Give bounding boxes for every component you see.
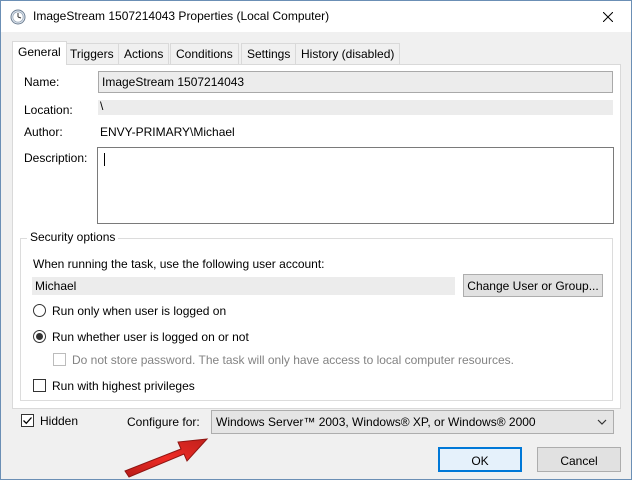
description-label: Description: (24, 151, 88, 165)
run-whether-label[interactable]: Run whether user is logged on or not (52, 330, 249, 344)
run-whether-radio[interactable] (33, 330, 46, 343)
hidden-label[interactable]: Hidden (40, 414, 78, 428)
highest-privileges-label[interactable]: Run with highest privileges (52, 379, 195, 393)
description-field[interactable] (97, 147, 614, 224)
tab-general[interactable]: General (12, 41, 67, 65)
user-account-value: Michael (32, 277, 455, 295)
red-arrow-annotation (124, 438, 209, 478)
configure-for-value: Windows Server™ 2003, Windows® XP, or Wi… (216, 415, 536, 429)
chevron-down-icon (597, 419, 607, 425)
run-logged-on-radio[interactable] (33, 304, 46, 317)
hidden-checkbox[interactable] (21, 414, 34, 427)
tab-conditions[interactable]: Conditions (170, 43, 239, 64)
no-store-password-label: Do not store password. The task will onl… (72, 353, 514, 367)
change-user-button[interactable]: Change User or Group... (463, 274, 603, 297)
name-label: Name: (24, 75, 60, 89)
ok-button[interactable]: OK (438, 447, 522, 472)
tab-settings[interactable]: Settings (241, 43, 297, 64)
author-value: ENVY-PRIMARY\Michael (100, 125, 235, 139)
close-icon (603, 11, 613, 22)
tab-actions[interactable]: Actions (118, 43, 170, 64)
no-store-password-checkbox[interactable] (53, 353, 66, 366)
properties-dialog: ImageStream 1507214043 Properties (Local… (0, 0, 632, 480)
account-prompt: When running the task, use the following… (33, 257, 325, 271)
text-caret (104, 153, 105, 166)
configure-for-select[interactable]: Windows Server™ 2003, Windows® XP, or Wi… (211, 410, 614, 434)
run-logged-on-label[interactable]: Run only when user is logged on (52, 304, 226, 318)
tab-history[interactable]: History (disabled) (295, 43, 401, 64)
general-panel: Name: ImageStream 1507214043 Location: \… (12, 64, 621, 409)
security-options-title: Security options (27, 230, 119, 244)
location-label: Location: (24, 103, 73, 117)
author-label: Author: (24, 125, 63, 139)
name-field[interactable]: ImageStream 1507214043 (98, 71, 613, 93)
security-options-group: Security options When running the task, … (20, 230, 613, 401)
task-clock-icon (10, 9, 26, 25)
tab-triggers[interactable]: Triggers (64, 43, 120, 64)
close-button[interactable] (585, 1, 631, 32)
title-bar: ImageStream 1507214043 Properties (Local… (1, 1, 631, 32)
location-value: \ (98, 100, 613, 115)
window-title: ImageStream 1507214043 Properties (Local… (33, 9, 330, 23)
checkmark-icon (23, 417, 32, 425)
cancel-button[interactable]: Cancel (537, 447, 621, 472)
highest-privileges-checkbox[interactable] (33, 379, 46, 392)
configure-for-label: Configure for: (127, 415, 200, 429)
